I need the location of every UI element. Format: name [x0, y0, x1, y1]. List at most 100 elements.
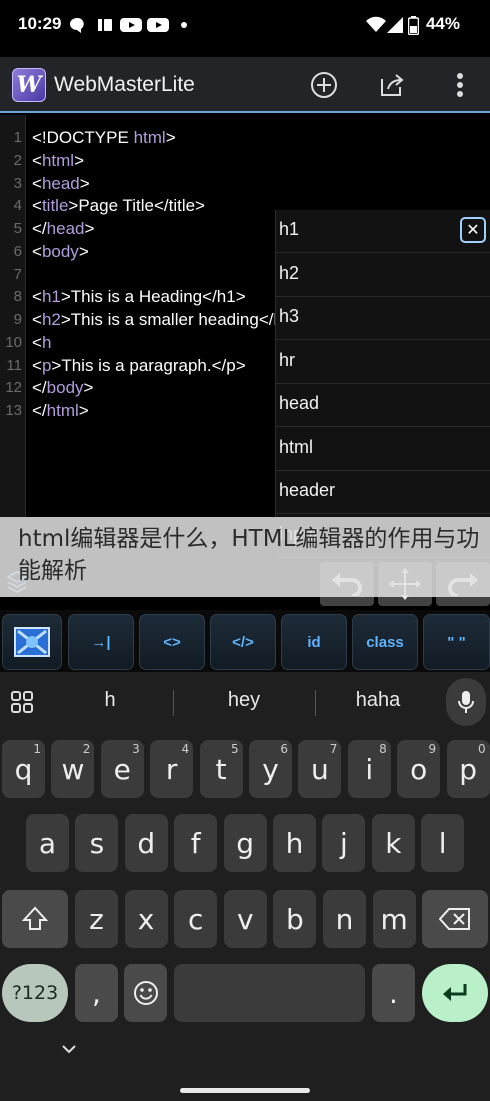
period-key[interactable]: . — [372, 964, 415, 1022]
key-j[interactable]: j — [322, 814, 366, 872]
key-q[interactable]: q1 — [2, 740, 45, 798]
code-token: > — [78, 241, 89, 261]
key-label: u — [311, 752, 329, 786]
watermark-text: html编辑器是什么，HTML编辑器的作用与功能解析 — [18, 526, 480, 584]
autocomplete-item[interactable]: h3 — [276, 297, 490, 340]
code-line: <!DOCTYPE html> — [32, 127, 176, 149]
code-line: <html> — [32, 150, 84, 172]
code-token: > — [74, 150, 84, 170]
key-g[interactable]: g — [223, 814, 267, 872]
suggestion-3[interactable]: haha — [318, 689, 438, 712]
key-z[interactable]: z — [75, 890, 118, 948]
code-token: body — [41, 241, 79, 261]
key-hint-number: 3 — [132, 742, 140, 756]
chat-icon — [68, 15, 86, 35]
close-popup-button[interactable]: ✕ — [460, 217, 486, 243]
tab-button[interactable]: →| — [68, 614, 134, 670]
key-l[interactable]: l — [421, 814, 465, 872]
key-k[interactable]: k — [371, 814, 415, 872]
app-logo: W — [12, 68, 46, 102]
status-bar: 10:29 44% — [0, 0, 490, 52]
code-token: head — [41, 173, 80, 193]
key-hint-number: 8 — [379, 742, 387, 756]
code-token: </ — [32, 378, 47, 398]
enter-key[interactable] — [422, 964, 488, 1022]
key-n[interactable]: n — [323, 890, 366, 948]
suggestion-2[interactable]: hey — [184, 689, 304, 712]
code-token: < — [32, 355, 42, 375]
autocomplete-item[interactable]: h1 — [276, 210, 490, 253]
enter-icon — [443, 984, 467, 1001]
space-key[interactable] — [174, 964, 365, 1022]
shift-key[interactable] — [2, 890, 68, 948]
code-token: < — [32, 196, 42, 216]
add-button[interactable] — [308, 69, 340, 101]
key-o[interactable]: o9 — [397, 740, 441, 798]
apps-grid-icon[interactable] — [10, 690, 34, 719]
voice-input-button[interactable] — [446, 678, 486, 726]
preview-button[interactable] — [2, 614, 62, 670]
chevron-down-icon — [62, 1045, 76, 1054]
code-token: p — [41, 355, 52, 375]
key-m[interactable]: m — [372, 890, 416, 948]
key-e[interactable]: e3 — [100, 740, 144, 798]
code-token: html — [133, 128, 166, 147]
key-h[interactable]: h — [273, 814, 316, 872]
backspace-key[interactable] — [422, 890, 488, 948]
id-attr-button[interactable]: id — [281, 614, 347, 670]
key-hint-number: 6 — [280, 742, 288, 756]
key-d[interactable]: d — [124, 814, 168, 872]
key-x[interactable]: x — [124, 890, 168, 948]
line-number: 9 — [13, 311, 22, 328]
youtube-icon — [147, 15, 169, 35]
autocomplete-item[interactable]: head — [276, 384, 490, 427]
key-hint-number: 9 — [428, 742, 437, 756]
key-y[interactable]: y6 — [249, 740, 292, 798]
hide-keyboard-button[interactable] — [60, 1042, 78, 1060]
code-token: html — [46, 401, 79, 420]
key-t[interactable]: t5 — [199, 740, 243, 798]
key-f[interactable]: f — [174, 814, 218, 872]
key-w[interactable]: w2 — [51, 740, 95, 798]
signal-icon — [387, 15, 403, 35]
code-token: > — [79, 173, 90, 193]
key-c[interactable]: c — [174, 890, 218, 948]
share-button[interactable] — [376, 69, 408, 101]
code-line: <h1>This is a Heading</h1> — [32, 286, 246, 308]
key-i[interactable]: i8 — [347, 740, 391, 798]
key-p[interactable]: p0 — [446, 740, 490, 798]
key-label: r — [165, 752, 178, 786]
key-u[interactable]: u7 — [298, 740, 342, 798]
key-b[interactable]: b — [273, 890, 317, 948]
key-hint-number: 5 — [230, 742, 239, 756]
key-s[interactable]: s — [75, 814, 119, 872]
emoji-key[interactable] — [124, 964, 167, 1022]
autocomplete-item[interactable]: hr — [276, 341, 490, 384]
key-hint-number: 7 — [329, 742, 338, 756]
backspace-icon — [439, 908, 470, 930]
line-number: 2 — [13, 151, 22, 169]
suggestion-1[interactable]: h — [50, 689, 170, 712]
preview-icon — [14, 627, 50, 657]
autocomplete-item[interactable]: h2 — [276, 254, 490, 297]
line-number-gutter: 1 2 3 4 5 6 7 8 9 10 11 12 13 — [0, 115, 26, 517]
line-number: 8 — [13, 288, 22, 306]
class-attr-button[interactable]: class — [352, 614, 418, 670]
key-label: y — [262, 752, 279, 786]
key-a[interactable]: a — [26, 814, 69, 872]
line-number: 13 — [5, 402, 22, 419]
tag-close-button[interactable]: </> — [210, 614, 276, 670]
emoji-icon — [133, 981, 158, 1005]
key-v[interactable]: v — [223, 890, 267, 948]
code-line: <p>This is a paragraph.</p> — [32, 355, 246, 377]
comma-key[interactable]: , — [75, 964, 118, 1022]
autocomplete-item[interactable]: header — [276, 471, 490, 514]
tag-open-button[interactable]: <> — [139, 614, 205, 670]
key-r[interactable]: r4 — [150, 740, 194, 798]
symbols-key[interactable]: ?123 — [2, 964, 68, 1022]
code-token: < — [32, 287, 42, 307]
quotes-button[interactable]: " " — [423, 614, 490, 670]
more-menu-button[interactable] — [444, 69, 476, 101]
autocomplete-item[interactable]: html — [276, 428, 490, 471]
home-gesture-pill[interactable] — [180, 1088, 310, 1093]
